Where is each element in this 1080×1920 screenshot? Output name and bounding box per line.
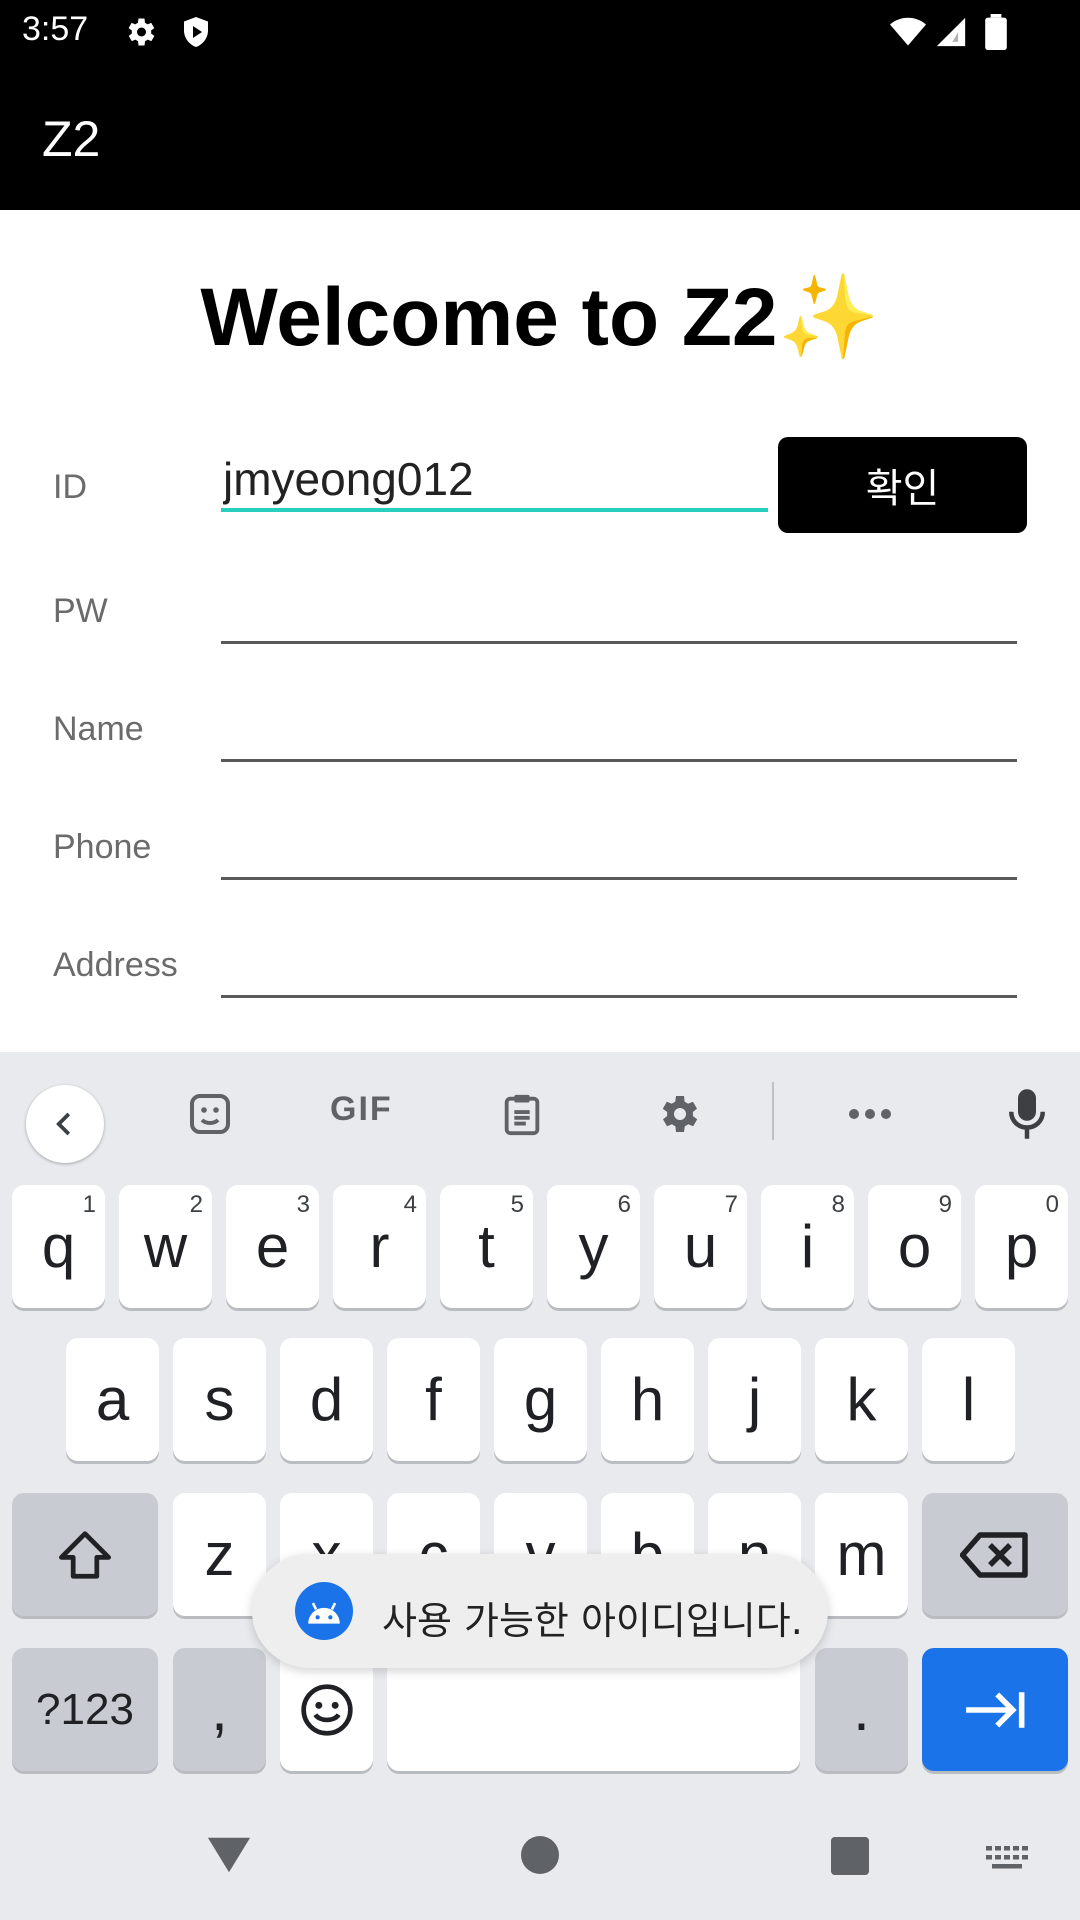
clipboard-icon[interactable]	[494, 1086, 550, 1142]
key-k[interactable]: k	[815, 1338, 908, 1461]
key-m[interactable]: m	[815, 1493, 908, 1616]
chevron-left-icon[interactable]	[26, 1085, 104, 1163]
key-o[interactable]: o9	[868, 1185, 961, 1308]
key-w[interactable]: w2	[119, 1185, 212, 1308]
backspace-key[interactable]	[922, 1493, 1068, 1616]
back-nav-icon[interactable]	[206, 1835, 252, 1880]
status-bar: 3:57	[0, 0, 1080, 64]
key-z[interactable]: z	[173, 1493, 266, 1616]
gif-button[interactable]: GIF	[330, 1090, 393, 1129]
settings-icon[interactable]	[650, 1086, 706, 1142]
app-bar: Z2	[0, 64, 1080, 210]
shift-key[interactable]	[12, 1493, 158, 1616]
period-key[interactable]: .	[815, 1648, 908, 1771]
keyboard-toolbar: GIF	[0, 1052, 1080, 1168]
key-l[interactable]: l	[922, 1338, 1015, 1461]
pw-input[interactable]	[221, 582, 1017, 644]
more-icon[interactable]	[842, 1086, 898, 1142]
confirm-button[interactable]: 확인	[778, 437, 1027, 533]
key-r[interactable]: r4	[333, 1185, 426, 1308]
app-title: Z2	[42, 111, 101, 167]
address-label: Address	[53, 946, 178, 984]
microphone-icon[interactable]	[999, 1086, 1055, 1142]
key-t[interactable]: t5	[440, 1185, 533, 1308]
gear-icon	[122, 14, 158, 50]
sticker-icon[interactable]	[182, 1086, 238, 1142]
phone-input[interactable]	[221, 818, 1017, 880]
sparkles-emoji: ✨	[777, 272, 880, 363]
keyboard: GIF q1 w2 e3 r4 t5 y6 u7 i8 o9 p0 a s d …	[0, 1052, 1080, 1920]
key-u[interactable]: u7	[654, 1185, 747, 1308]
pw-label: PW	[53, 592, 108, 630]
toast-message: 사용 가능한 아이디입니다.	[382, 1599, 803, 1643]
tab-arrow-icon	[966, 1691, 1025, 1728]
keyboard-switch-icon[interactable]	[986, 1846, 1028, 1875]
android-icon	[295, 1582, 353, 1640]
key-s[interactable]: s	[173, 1338, 266, 1461]
welcome-text: Welcome to Z2	[200, 272, 778, 363]
key-g[interactable]: g	[494, 1338, 587, 1461]
key-q[interactable]: q1	[12, 1185, 105, 1308]
toast: 사용 가능한 아이디입니다.	[252, 1554, 828, 1668]
welcome-title: Welcome to Z2✨	[0, 270, 1080, 366]
key-p[interactable]: p0	[975, 1185, 1068, 1308]
name-label: Name	[53, 710, 144, 748]
status-time: 3:57	[22, 10, 89, 48]
key-i[interactable]: i8	[761, 1185, 854, 1308]
recents-nav-icon[interactable]	[831, 1837, 869, 1880]
shift-icon	[59, 1530, 111, 1579]
next-key[interactable]	[922, 1648, 1068, 1771]
name-input[interactable]	[221, 700, 1017, 762]
symbols-key[interactable]: ?123	[12, 1648, 158, 1771]
key-j[interactable]: j	[708, 1338, 801, 1461]
key-d[interactable]: d	[280, 1338, 373, 1461]
signal-icon	[934, 14, 970, 50]
wifi-icon	[888, 14, 928, 50]
key-f[interactable]: f	[387, 1338, 480, 1461]
battery-icon	[984, 14, 1008, 51]
key-e[interactable]: e3	[226, 1185, 319, 1308]
backspace-icon	[960, 1531, 1028, 1578]
comma-key[interactable]: ,	[173, 1648, 266, 1771]
home-nav-icon[interactable]	[521, 1836, 559, 1879]
toolbar-divider	[772, 1082, 774, 1140]
key-h[interactable]: h	[601, 1338, 694, 1461]
key-a[interactable]: a	[66, 1338, 159, 1461]
key-y[interactable]: y6	[547, 1185, 640, 1308]
id-label: ID	[53, 468, 87, 506]
address-input[interactable]	[221, 936, 1017, 998]
shield-icon	[178, 14, 214, 50]
phone-label: Phone	[53, 828, 152, 866]
id-input[interactable]	[221, 450, 768, 512]
emoji-icon	[300, 1683, 353, 1736]
